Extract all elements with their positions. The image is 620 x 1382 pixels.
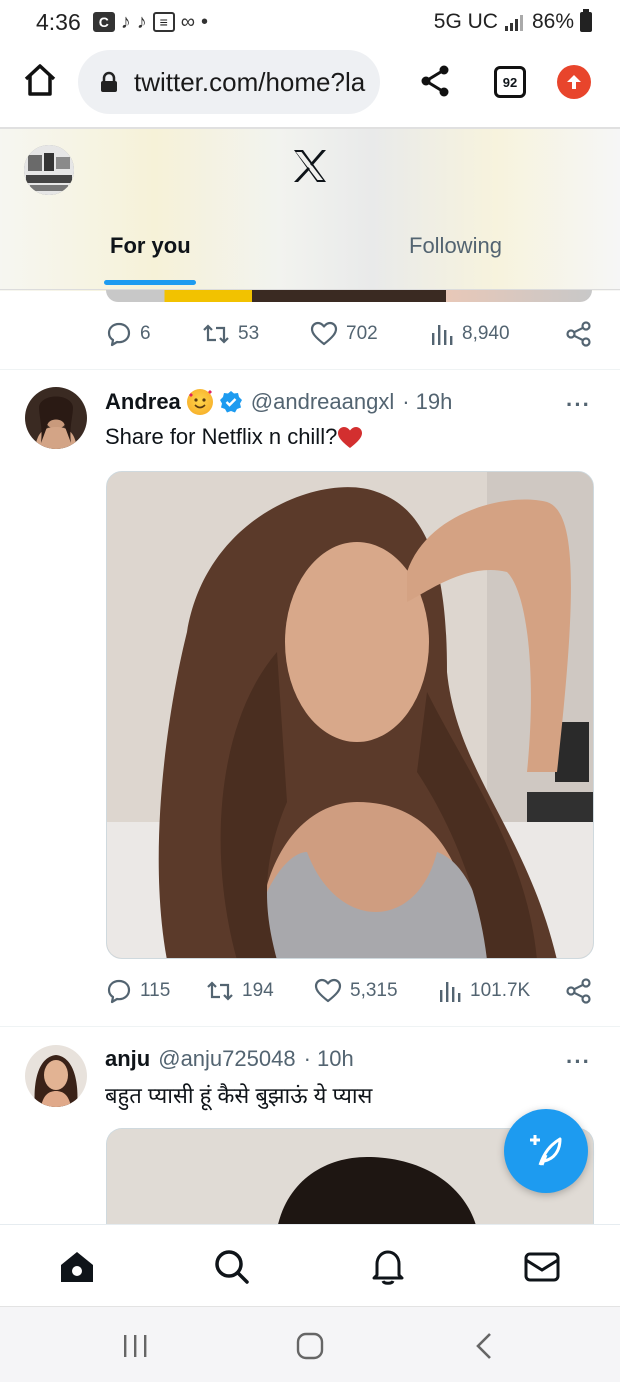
like-icon — [314, 978, 342, 1003]
nav-home[interactable] — [57, 1247, 97, 1287]
tweet-header: Andrea @andreaangxl · 19h — [105, 389, 452, 415]
previous-tweet-actions: 6 53 702 8,940 — [106, 321, 592, 351]
tweet-divider — [0, 1026, 620, 1027]
tab-switcher-button[interactable]: 92 — [494, 66, 526, 98]
network-label: 5G UC — [433, 10, 498, 33]
more-options-icon[interactable]: ··· — [566, 392, 591, 418]
browser-toolbar: twitter.com/home?la 92 — [0, 48, 620, 120]
retweet-icon — [203, 324, 229, 344]
nav-messages[interactable] — [522, 1247, 562, 1287]
display-name[interactable]: Andrea — [105, 389, 181, 415]
tweet-avatar[interactable] — [25, 1045, 87, 1107]
reply-button[interactable]: 115 — [106, 978, 170, 1004]
tweet-media-image[interactable] — [106, 471, 594, 959]
tweet-actions: 115 194 5,315 101.7K — [106, 978, 592, 1008]
reply-count: 6 — [140, 323, 151, 344]
views-icon — [440, 982, 461, 1002]
like-count: 5,315 — [350, 980, 398, 1001]
profile-avatar[interactable] — [24, 145, 74, 195]
tweet-handle[interactable]: @anju725048 — [158, 1046, 295, 1072]
lock-icon — [100, 71, 118, 93]
reply-count: 115 — [140, 980, 171, 1001]
update-icon[interactable] — [557, 65, 591, 99]
views-icon — [432, 325, 453, 345]
reply-icon — [107, 979, 131, 1004]
display-name[interactable]: anju — [105, 1046, 150, 1072]
retweet-icon — [207, 981, 233, 1001]
retweet-count: 53 — [238, 323, 260, 344]
recent-apps-icon[interactable] — [120, 1331, 150, 1361]
browser-home-icon[interactable] — [22, 62, 58, 98]
battery-percent: 86% — [531, 10, 574, 33]
like-button[interactable]: 5,315 — [314, 978, 398, 1004]
news-icon: ≡ — [152, 12, 175, 32]
home-button-icon[interactable] — [295, 1331, 325, 1361]
tweet-text: बहुत प्यासी हूं कैसे बुझाऊं ये प्यास — [105, 1083, 373, 1108]
red-heart-emoji — [338, 427, 363, 449]
timeline-header: For you Following — [0, 129, 620, 291]
verified-badge-icon — [219, 390, 243, 414]
like-button[interactable]: 702 — [310, 321, 378, 347]
nav-notifications[interactable] — [368, 1247, 408, 1287]
tweet-header: anju @anju725048 · 10h — [105, 1046, 354, 1072]
search-icon — [215, 1250, 249, 1284]
tweet-divider — [0, 369, 620, 370]
tweet-text: Share for Netflix n chill? — [105, 424, 363, 450]
messages-icon — [524, 1252, 560, 1282]
url-text: twitter.com/home?la — [134, 66, 366, 97]
battery-icon — [580, 9, 592, 32]
tweet-timestamp[interactable]: · 10h — [304, 1046, 354, 1072]
voicemail-icon: ∞ — [180, 10, 196, 33]
share-tweet-button[interactable] — [566, 978, 592, 1004]
views-button[interactable]: 8,940 — [430, 321, 510, 347]
tiktok-icon: ♪ — [136, 10, 147, 33]
tweet-timestamp[interactable]: · 19h — [402, 389, 452, 415]
notifications-icon — [372, 1250, 404, 1285]
tab-following[interactable]: Following — [409, 233, 502, 259]
tweet-avatar[interactable] — [25, 387, 87, 449]
retweet-button[interactable]: 53 — [202, 321, 259, 347]
more-dot-icon: • — [201, 10, 209, 33]
like-icon — [310, 321, 338, 346]
address-bar[interactable]: twitter.com/home?la — [78, 50, 380, 114]
previous-tweet-media[interactable] — [106, 290, 592, 302]
x-logo-icon[interactable] — [292, 149, 328, 183]
views-button[interactable]: 101.7K — [438, 978, 530, 1004]
compose-icon — [530, 1135, 562, 1166]
retweet-button[interactable]: 194 — [206, 978, 274, 1004]
reply-icon — [107, 322, 131, 347]
share-icon — [566, 321, 591, 347]
reply-button[interactable]: 6 — [106, 321, 151, 347]
tweet-handle[interactable]: @andreaangxl — [251, 389, 394, 415]
bottom-navigation — [0, 1224, 620, 1306]
views-count: 101.7K — [470, 980, 531, 1001]
active-tab-indicator — [104, 280, 196, 285]
share-page-icon[interactable] — [420, 64, 452, 98]
signal-icon — [504, 15, 523, 31]
status-time: 4:36 — [36, 8, 81, 35]
tweet-text-content: Share for Netflix n chill? — [105, 424, 338, 449]
views-count: 8,940 — [462, 323, 510, 344]
tiktok-icon: ♪ — [120, 10, 131, 33]
system-navigation-bar — [0, 1306, 620, 1382]
app-c-icon: C — [92, 12, 115, 32]
share-icon — [566, 978, 591, 1004]
status-bar: 4:36 C ♪ ♪ ≡ ∞ • 5G UC 86% — [0, 0, 620, 44]
retweet-count: 194 — [242, 980, 274, 1001]
tab-for-you[interactable]: For you — [110, 233, 191, 259]
smiling-face-hearts-emoji — [186, 389, 213, 415]
home-icon — [61, 1252, 93, 1282]
back-icon[interactable] — [470, 1331, 500, 1361]
compose-tweet-button[interactable] — [504, 1109, 588, 1193]
more-options-icon[interactable]: ··· — [566, 1049, 591, 1075]
status-notification-icons: C ♪ ♪ ≡ ∞ • — [92, 10, 209, 34]
like-count: 702 — [346, 323, 378, 344]
nav-search[interactable] — [212, 1247, 252, 1287]
share-tweet-button[interactable] — [566, 321, 592, 347]
